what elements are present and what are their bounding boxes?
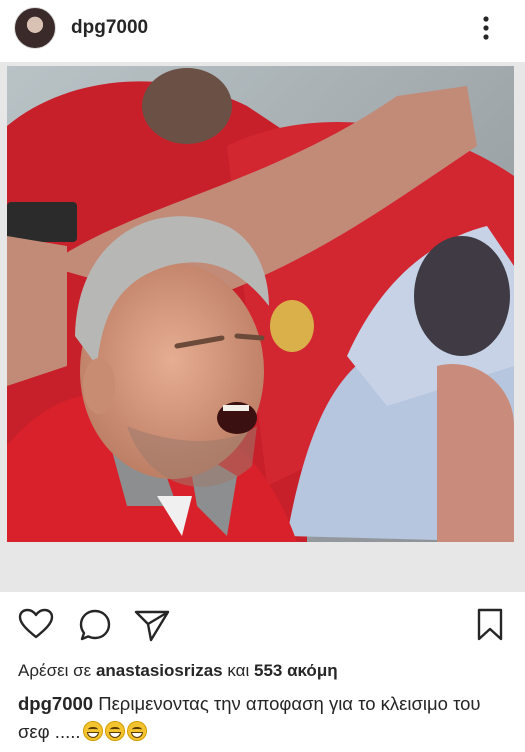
likes-prefix: Αρέσει σε [18, 661, 92, 680]
caption-username[interactable]: dpg7000 [18, 693, 93, 714]
likes-line: Αρέσει σε anastasiosrizas και 553 ακόμη [18, 661, 338, 681]
action-bar [0, 596, 525, 652]
laughing-emoji-icon [126, 721, 147, 741]
paper-plane-icon[interactable] [134, 608, 170, 647]
laughing-emoji-icon [82, 721, 103, 741]
comment-icon[interactable] [78, 608, 112, 647]
post-header: dpg7000 [0, 0, 525, 56]
post-username[interactable]: dpg7000 [71, 17, 148, 39]
bookmark-icon[interactable] [476, 608, 504, 647]
post-image[interactable] [7, 66, 514, 542]
more-vertical-icon[interactable] [478, 14, 494, 42]
likes-and: και [227, 661, 250, 680]
avatar[interactable] [14, 7, 56, 49]
post-caption: dpg7000 Περιμενοντας την αποφαση για το … [18, 690, 513, 746]
laughing-emoji-icon [104, 721, 125, 741]
likes-count-link[interactable]: 553 ακόμη [254, 661, 338, 680]
likes-user-link[interactable]: anastasiosrizas [96, 661, 223, 680]
heart-icon[interactable] [18, 608, 54, 645]
